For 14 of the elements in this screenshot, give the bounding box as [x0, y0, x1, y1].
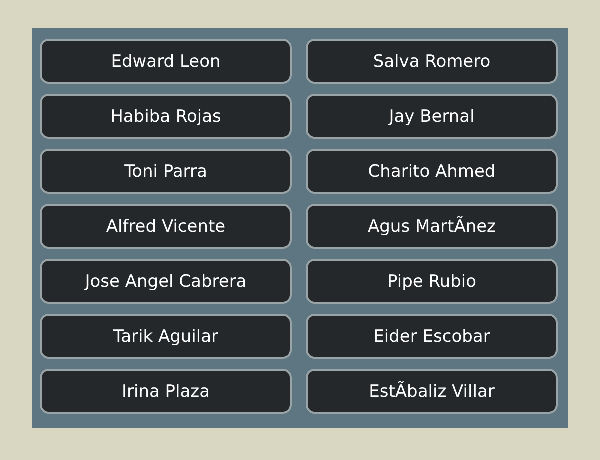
- name-button[interactable]: Tarik Aguilar: [40, 314, 292, 359]
- name-button[interactable]: Irina Plaza: [40, 369, 292, 414]
- name-button[interactable]: Jay Bernal: [306, 94, 558, 139]
- name-button[interactable]: Pipe Rubio: [306, 259, 558, 304]
- name-button[interactable]: Jose Angel Cabrera: [40, 259, 292, 304]
- name-button[interactable]: Eider Escobar: [306, 314, 558, 359]
- name-button[interactable]: Charito Ahmed: [306, 149, 558, 194]
- name-button[interactable]: Habiba Rojas: [40, 94, 292, 139]
- name-button[interactable]: Agus MartÃnez: [306, 204, 558, 249]
- name-button[interactable]: Edward Leon: [40, 39, 292, 84]
- name-button[interactable]: EstÃbaliz Villar: [306, 369, 558, 414]
- name-button[interactable]: Toni Parra: [40, 149, 292, 194]
- name-button[interactable]: Salva Romero: [306, 39, 558, 84]
- name-button[interactable]: Alfred Vicente: [40, 204, 292, 249]
